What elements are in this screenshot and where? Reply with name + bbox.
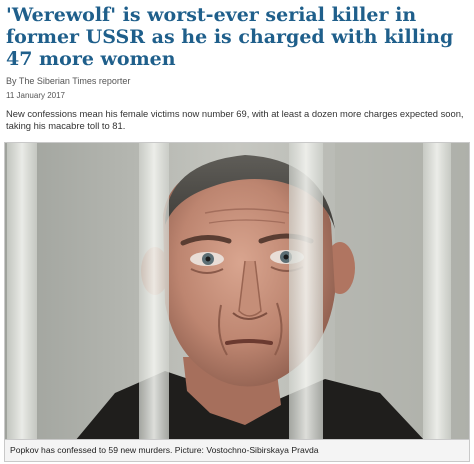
article-standfirst: New confessions mean his female victims … xyxy=(6,108,464,131)
news-article: 'Werewolf' is worst-ever serial killer i… xyxy=(0,0,474,464)
article-photo xyxy=(4,142,470,440)
article-byline: By The Siberian Times reporter xyxy=(6,76,131,86)
photo-illustration xyxy=(5,143,469,439)
photo-caption: Popkov has confessed to 59 new murders. … xyxy=(4,440,470,462)
article-headline: 'Werewolf' is worst-ever serial killer i… xyxy=(6,4,454,70)
article-date: 11 January 2017 xyxy=(6,91,66,100)
